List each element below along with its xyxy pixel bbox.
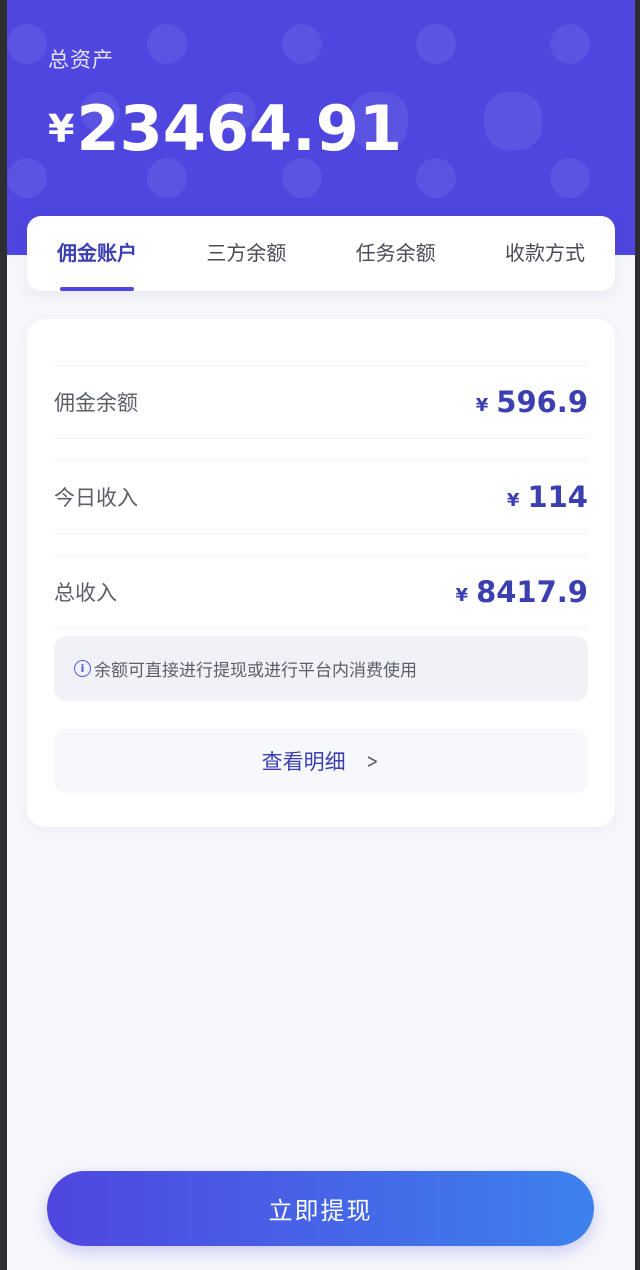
tab-task-balance[interactable]: 任务余额 [356,216,436,291]
decor-bubble [484,92,542,150]
decor-bubble [282,24,322,64]
withdraw-now-button[interactable]: 立即提现 [47,1171,594,1246]
right-edge [635,0,640,1270]
commission-balance-value: ¥596.9 [476,385,588,419]
info-icon: i [74,660,91,677]
tab-third-party-balance[interactable]: 三方余额 [206,216,286,291]
left-edge [0,0,7,1270]
view-details-button[interactable]: 查看明细 > [54,729,588,793]
total-income-label: 总收入 [54,581,117,605]
currency-symbol: ¥ [48,107,75,151]
total-income-row: 总收入 ¥8417.9 [54,555,588,629]
today-income-value: ¥114 [507,480,588,514]
decor-bubble [550,24,590,64]
total-income-amount: 8417.9 [476,575,588,609]
commission-balance-row: 佣金余额 ¥596.9 [54,365,588,439]
decor-bubble [7,24,47,64]
commission-balance-label: 佣金余额 [54,391,138,415]
today-income-label: 今日收入 [54,486,138,510]
tab-commission-account[interactable]: 佣金账户 [57,216,137,291]
view-details-label: 查看明细 [261,750,346,774]
total-assets-amount: ¥23464.91 [48,92,402,165]
total-income-value: ¥8417.9 [456,575,588,609]
commission-balance-amount: 596.9 [496,385,588,419]
decor-bubble [416,24,456,64]
currency-symbol: ¥ [506,490,520,511]
decor-bubble [416,158,456,198]
tab-payment-method[interactable]: 收款方式 [505,216,585,291]
currency-symbol: ¥ [475,395,489,416]
decor-bubble [7,158,47,198]
balance-tip-text: 余额可直接进行提现或进行平台内消费使用 [94,661,417,681]
today-income-row: 今日收入 ¥114 [54,460,588,534]
today-income-amount: 114 [527,480,588,514]
total-assets-title: 总资产 [48,48,114,72]
total-assets-value: 23464.91 [76,92,402,165]
chevron-right-icon: > [366,749,378,773]
balance-tip: i 余额可直接进行提现或进行平台内消费使用 [54,636,588,701]
commission-account-card: 佣金余额 ¥596.9 今日收入 ¥114 总收入 ¥8417.9 i 余额可直… [27,319,615,827]
decor-bubble [550,158,590,198]
decor-bubble [147,24,187,64]
account-tabs: 佣金账户 三方余额 任务余额 收款方式 [27,216,615,291]
currency-symbol: ¥ [455,585,469,606]
